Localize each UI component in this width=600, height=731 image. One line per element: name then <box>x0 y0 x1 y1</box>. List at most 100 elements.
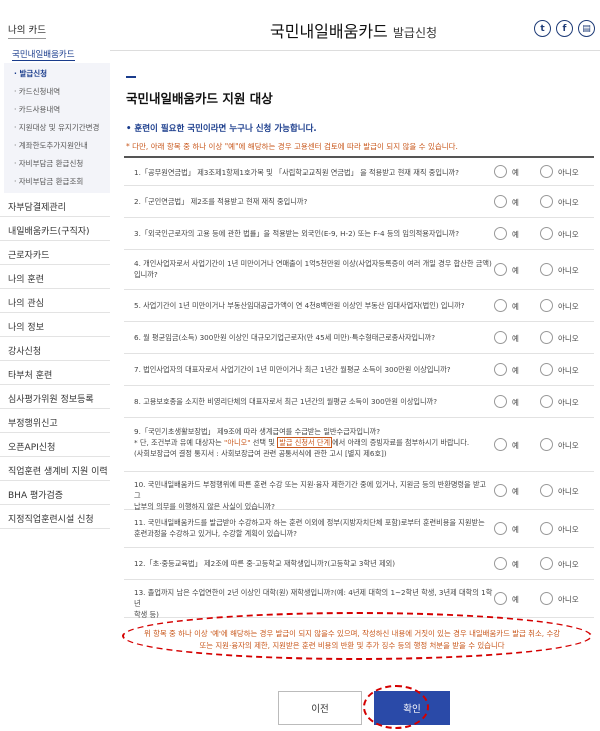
radio-no[interactable] <box>540 522 553 535</box>
page-title: 국민내일배움카드 발급신청 <box>270 18 437 42</box>
sidebar-sub-item-history[interactable]: · 카드신청내역 <box>14 86 60 97</box>
radio-yes[interactable] <box>494 592 507 605</box>
radio-yes-label: 예 <box>512 198 519 207</box>
radio-no-label: 아니오 <box>558 302 579 311</box>
divider <box>0 216 110 217</box>
radio-yes[interactable] <box>494 195 507 208</box>
sidebar-item-living-cost[interactable]: 직업훈련 생계비 지원 이력 <box>8 464 108 477</box>
radio-no[interactable] <box>540 331 553 344</box>
radio-no[interactable] <box>540 363 553 376</box>
radio-no[interactable] <box>540 227 553 240</box>
radio-no-label: 아니오 <box>558 366 579 375</box>
radio-yes[interactable] <box>494 522 507 535</box>
radio-no[interactable] <box>540 438 553 451</box>
sidebar-item-my-training[interactable]: 나의 훈련 <box>8 272 44 285</box>
radio-no-label: 아니오 <box>558 198 579 207</box>
sidebar-sub-item-limit[interactable]: · 계좌한도추가지원안내 <box>14 140 88 151</box>
question-text: 7. 법인사업자의 대표자로서 사업기간이 1년 미만이거나 최근 1년간 월평… <box>134 365 451 374</box>
radio-yes-label: 예 <box>512 302 519 311</box>
sidebar-item-instructor[interactable]: 강사신청 <box>8 344 41 357</box>
sidebar-sub-item-refund-view[interactable]: · 자비부담금 환급조회 <box>14 176 83 187</box>
question-text: 2.「군인연금법」 제2조를 적용받고 현재 재직 중입니까? <box>134 197 308 206</box>
radio-no[interactable] <box>540 165 553 178</box>
sidebar-item-reviewer[interactable]: 심사평가위원 정보등록 <box>8 392 94 405</box>
page-title-sub: 발급신청 <box>392 26 438 40</box>
page-title-main: 국민내일배움카드 <box>270 22 388 41</box>
radio-group: 예 아니오 <box>494 438 594 452</box>
sidebar-card-menu-title[interactable]: 국민내일배움카드 <box>12 48 75 61</box>
radio-group: 예 아니오 <box>494 263 594 277</box>
radio-no[interactable] <box>540 195 553 208</box>
question-text: 9.「국민기초생활보장법」 제9조에 따라 생계급여를 수급받는 일반수급자입니… <box>134 427 470 458</box>
sidebar-item-other-ministry[interactable]: 타부처 훈련 <box>8 368 52 381</box>
question-row-5: 5. 사업기간이 1년 미만이거나 부동산임대공급가액이 연 4천8백만원 이상… <box>124 290 594 322</box>
section-title: 국민내일배움카드 지원 대상 <box>126 91 273 106</box>
radio-yes[interactable] <box>494 331 507 344</box>
radio-yes[interactable] <box>494 395 507 408</box>
radio-group: 예 아니오 <box>494 557 594 571</box>
radio-yes-label: 예 <box>512 398 519 407</box>
question-text: 12.「초·중등교육법」 제2조에 따른 중·고등학교 재학생입니까?(고등학교… <box>134 559 396 568</box>
print-icon[interactable]: ▤ <box>578 20 595 37</box>
radio-yes[interactable] <box>494 165 507 178</box>
confirm-highlight-ellipse <box>363 685 429 729</box>
twitter-share-icon[interactable]: t <box>534 20 551 37</box>
radio-yes-label: 예 <box>512 230 519 239</box>
question-text: 1.「공무원연금법」 제3조제1항제1호가목 및 「사립학교교직원 연금법」 을… <box>134 168 459 177</box>
section-bullet-text: 훈련이 필요한 국민이라면 누구나 신청 가능합니다. <box>134 124 317 134</box>
sidebar-sub-item-refund-apply[interactable]: · 자비부담금 환급신청 <box>14 158 83 169</box>
radio-yes[interactable] <box>494 438 507 451</box>
facebook-share-icon[interactable]: f <box>556 20 573 37</box>
sidebar: 나의 카드 국민내일배움카드 · 발급신청 · 카드신청내역 · 카드사용내역 … <box>0 0 110 731</box>
radio-yes[interactable] <box>494 557 507 570</box>
sidebar-item-my-info[interactable]: 나의 정보 <box>8 320 44 333</box>
radio-yes[interactable] <box>494 363 507 376</box>
radio-group: 예 아니오 <box>494 592 594 606</box>
radio-no-label: 아니오 <box>558 266 579 275</box>
radio-yes-label: 예 <box>512 266 519 275</box>
sidebar-item-worker-card[interactable]: 근로자카드 <box>8 248 49 261</box>
radio-no[interactable] <box>540 299 553 312</box>
question-row-2: 2.「군인연금법」 제2조를 적용받고 현재 재직 중입니까? 예 아니오 <box>124 186 594 218</box>
radio-yes-label: 예 <box>512 525 519 534</box>
radio-no[interactable] <box>540 263 553 276</box>
question-row-1: 1.「공무원연금법」 제3조제1항제1호가목 및 「사립학교교직원 연금법」 을… <box>124 158 594 186</box>
sidebar-item-my-interest[interactable]: 나의 관심 <box>8 296 44 309</box>
sidebar-sub-item-change[interactable]: · 지원대상 및 유지기간변경 <box>14 122 99 133</box>
divider <box>0 432 110 433</box>
divider <box>0 288 110 289</box>
radio-no[interactable] <box>540 395 553 408</box>
sidebar-item-open-api[interactable]: 오픈API신청 <box>8 440 55 453</box>
radio-yes[interactable] <box>494 263 507 276</box>
sidebar-item-jobseeker-card[interactable]: 내일배움카드(구직자) <box>8 224 90 237</box>
header-divider <box>110 50 600 51</box>
sidebar-sub-item-usage[interactable]: · 카드사용내역 <box>14 104 60 115</box>
radio-no[interactable] <box>540 557 553 570</box>
sidebar-item-facility[interactable]: 지정직업훈련시설 신청 <box>8 512 94 525</box>
question-row-11: 11. 국민내일배움카드를 발급받아 수강하고자 하는 훈련 이외에 정부(지방… <box>124 510 594 548</box>
warning-text: 위 항목 중 하나 이상 '예'에 해당하는 경우 발급이 되지 않을수 있으며… <box>143 629 561 650</box>
radio-yes[interactable] <box>494 227 507 240</box>
question-row-6: 6. 월 평균임금(소득) 300만원 이상인 대규모기업근로자(만 45세 미… <box>124 322 594 354</box>
radio-no[interactable] <box>540 592 553 605</box>
sidebar-item-bha[interactable]: BHA 평가검증 <box>8 488 63 501</box>
radio-yes[interactable] <box>494 484 507 497</box>
radio-yes[interactable] <box>494 299 507 312</box>
radio-group: 예 아니오 <box>494 299 594 313</box>
radio-no[interactable] <box>540 484 553 497</box>
divider <box>0 384 110 385</box>
sidebar-title[interactable]: 나의 카드 <box>8 22 46 39</box>
sidebar-sub-item-apply[interactable]: · 발급신청 <box>14 68 47 79</box>
question-text: 5. 사업기간이 1년 미만이거나 부동산임대공급가액이 연 4천8백만원 이상… <box>134 301 465 310</box>
sidebar-item-self-payment[interactable]: 자부담결제관리 <box>8 200 66 213</box>
question-row-7: 7. 법인사업자의 대표자로서 사업기간이 1년 미만이거나 최근 1년간 월평… <box>124 354 594 386</box>
radio-group: 예 아니오 <box>494 484 594 498</box>
divider <box>0 456 110 457</box>
radio-yes-label: 예 <box>512 366 519 375</box>
eligibility-question-table: 1.「공무원연금법」 제3조제1항제1호가목 및 「사립학교교직원 연금법」 을… <box>124 156 594 619</box>
radio-no-label: 아니오 <box>558 230 579 239</box>
sidebar-item-fraud-report[interactable]: 부정행위신고 <box>8 416 58 429</box>
prev-button[interactable]: 이전 <box>278 691 362 725</box>
divider <box>0 528 110 529</box>
radio-yes-label: 예 <box>512 487 519 496</box>
